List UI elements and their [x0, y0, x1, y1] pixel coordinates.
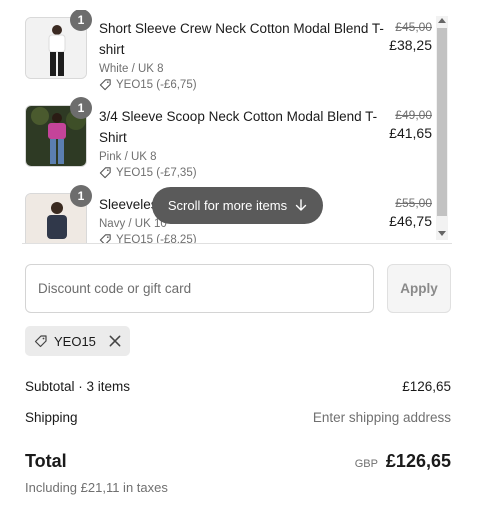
subtotal-value: £126,65	[402, 379, 451, 394]
tag-icon	[99, 234, 111, 243]
quantity-badge: 1	[70, 185, 92, 207]
total-label: Total	[25, 451, 67, 471]
scroll-up-arrow-icon[interactable]	[438, 18, 446, 23]
applied-discount-chip: YEO15	[25, 326, 130, 356]
item-discount: YEO15 (-£8,25)	[99, 233, 387, 244]
currency-code: GBP	[354, 458, 378, 470]
apply-button[interactable]: Apply	[387, 264, 451, 313]
applied-code-label: YEO15	[54, 333, 96, 349]
final-price: £41,65	[389, 125, 432, 141]
quantity-badge: 1	[70, 10, 92, 31]
discount-label: YEO15 (-£7,35)	[116, 166, 197, 179]
shipping-value: Enter shipping address	[312, 410, 451, 425]
remove-discount-button[interactable]	[108, 334, 122, 348]
cart-item: 1 3/4 Sleeve Scoop Neck Cotton Modal Ble…	[22, 97, 432, 188]
total-amount: £126,65	[385, 451, 451, 471]
product-variant: White / UK 8	[99, 63, 164, 75]
total-row: Total GBP £126,65	[25, 451, 451, 472]
discount-label: YEO15 (-£8,25)	[116, 233, 197, 244]
shipping-row: Shipping Enter shipping address	[25, 410, 451, 425]
tag-icon	[99, 167, 111, 179]
cart-item: 1 Short Sleeve Crew Neck Cotton Modal Bl…	[22, 10, 432, 100]
product-title: 3/4 Sleeve Scoop Neck Cotton Modal Blend…	[99, 109, 378, 145]
original-price: £55,00	[395, 196, 432, 210]
scroll-for-more-button[interactable]: Scroll for more items	[152, 187, 323, 224]
product-title: Short Sleeve Crew Neck Cotton Modal Blen…	[99, 21, 384, 57]
discount-code-input[interactable]	[25, 264, 374, 313]
tag-icon	[99, 79, 111, 91]
item-discount: YEO15 (-£7,35)	[99, 166, 387, 179]
scrollbar-thumb[interactable]	[437, 28, 447, 216]
original-price: £45,00	[395, 20, 432, 34]
quantity-badge: 1	[70, 97, 92, 119]
final-price: £38,25	[389, 37, 432, 53]
subtotal-row: Subtotal · 3 items £126,65	[25, 379, 451, 394]
discount-label: YEO15 (-£6,75)	[116, 78, 197, 91]
final-price: £46,75	[389, 213, 432, 229]
scroll-down-arrow-icon[interactable]	[438, 231, 446, 236]
subtotal-label: Subtotal · 3 items	[25, 379, 131, 394]
taxes-note: Including £21,11 in taxes	[25, 480, 168, 495]
close-icon	[109, 335, 121, 347]
tag-icon	[34, 335, 47, 348]
item-discount: YEO15 (-£6,75)	[99, 78, 387, 91]
shipping-label: Shipping	[25, 410, 78, 425]
items-scrollbar[interactable]	[436, 16, 448, 240]
scroll-hint-label: Scroll for more items	[167, 198, 288, 213]
product-variant: Pink / UK 8	[99, 151, 157, 163]
original-price: £49,00	[395, 108, 432, 122]
arrow-down-icon	[295, 199, 307, 211]
